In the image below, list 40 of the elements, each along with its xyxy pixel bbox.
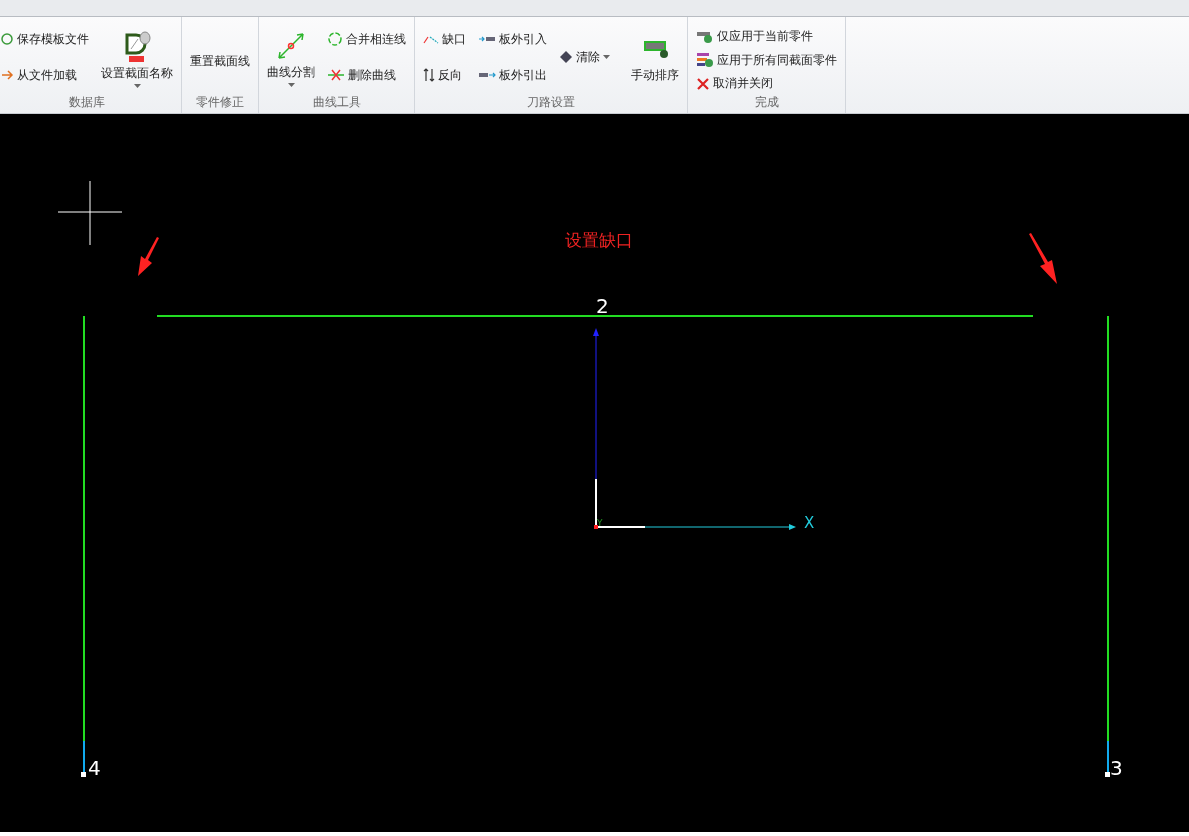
apply-all-icon [696, 52, 714, 68]
annotation-text: 设置缺口 [565, 230, 633, 250]
ribbon-button[interactable]: 曲线分割 [265, 26, 317, 88]
point-label: 4 [88, 756, 101, 780]
axis-label: X [804, 514, 815, 532]
group-label: 完成 [753, 94, 780, 111]
axis-label: Y [597, 518, 603, 528]
ribbon-button[interactable]: 仅应用于当前零件 [694, 27, 839, 46]
ribbon-button[interactable]: 清除 [557, 47, 612, 67]
close-icon [696, 76, 710, 91]
arrow-icon [138, 237, 159, 276]
ribbon-button[interactable]: 反向 [421, 65, 468, 85]
ribbon-button[interactable]: 从文件加载 [0, 65, 91, 85]
lead-out-icon [478, 70, 496, 80]
apply-current-icon [696, 29, 714, 44]
ribbon-button[interactable]: 板外引入 [476, 29, 549, 49]
ribbon-button[interactable]: 合并相连线 [325, 29, 408, 49]
ribbon-button[interactable]: 重置截面线 [188, 43, 252, 71]
group-label: 曲线工具 [311, 94, 362, 111]
ribbon-button[interactable]: 应用于所有同截面零件 [694, 50, 839, 70]
delete-curve-icon [327, 68, 345, 82]
reverse-icon [423, 68, 435, 82]
lead-in-icon [478, 34, 496, 44]
ribbon-button[interactable]: 手动排序 [629, 29, 681, 85]
ribbon-button[interactable]: 取消并关闭 [694, 74, 839, 93]
point-label: 3 [1110, 756, 1123, 780]
load-icon [0, 68, 14, 82]
group-label: 数据库 [67, 94, 106, 111]
merge-icon [327, 31, 343, 47]
crosshair-cursor [57, 180, 123, 246]
ribbon-button[interactable]: 板外引出 [476, 65, 549, 85]
ribbon-button[interactable]: 设置截面名称 [99, 25, 175, 89]
split-curve-icon [275, 30, 307, 62]
group-label: 刀路设置 [526, 94, 576, 111]
arrow-icon [1029, 233, 1057, 284]
group-label: 零件修正 [195, 94, 245, 111]
point-label: 2 [596, 294, 609, 318]
ribbon-button[interactable]: 保存模板文件 [0, 29, 91, 49]
ribbon-button[interactable]: 删除曲线 [325, 65, 408, 85]
ribbon-button[interactable]: 缺口 [421, 29, 468, 49]
